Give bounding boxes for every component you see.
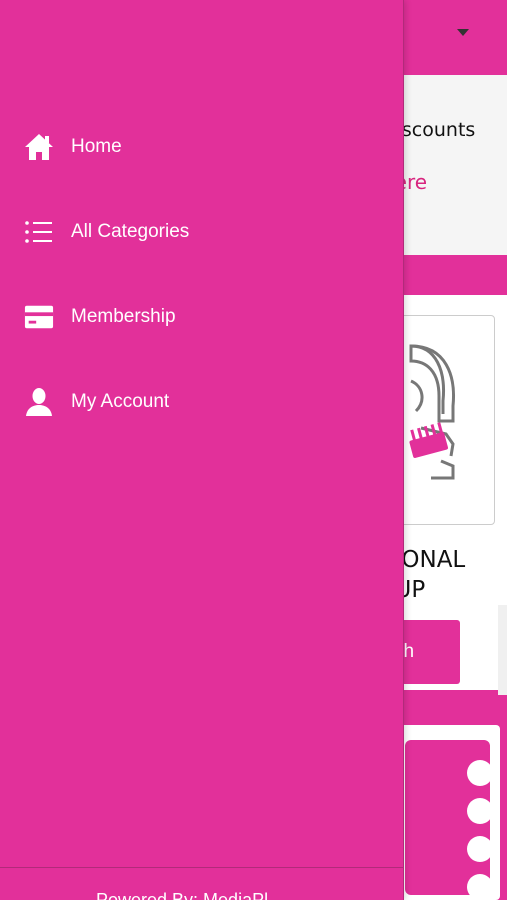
coupon-icon — [405, 740, 493, 900]
drawer-item-home[interactable]: Home — [0, 117, 404, 177]
dropdown-arrow-icon[interactable] — [457, 29, 469, 36]
drawer-item-label: All Categories — [71, 221, 190, 242]
powered-by-footer[interactable]: Powered By: MediaPl... — [96, 890, 283, 900]
drawer-item-label: My Account — [71, 391, 170, 412]
drawer-item-membership[interactable]: Membership — [0, 287, 404, 347]
drawer-item-label: Membership — [71, 306, 176, 327]
person-icon — [24, 387, 54, 417]
drawer-divider — [0, 867, 404, 868]
drawer-item-my-account[interactable]: My Account — [0, 372, 404, 432]
navigation-drawer: Home All Categories Membership My Accoun… — [0, 0, 404, 900]
drawer-item-label: Home — [71, 136, 122, 157]
next-card-edge — [498, 605, 507, 695]
drawer-item-all-categories[interactable]: All Categories — [0, 202, 404, 262]
card-icon — [24, 302, 54, 332]
list-icon — [24, 217, 54, 247]
home-icon — [24, 132, 54, 162]
